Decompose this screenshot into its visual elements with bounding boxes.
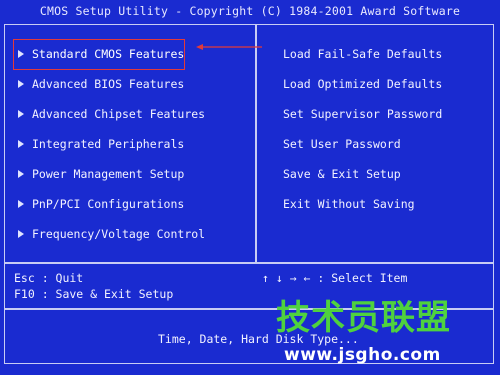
triangle-right-icon bbox=[18, 170, 24, 178]
menu-item-label: Integrated Peripherals bbox=[32, 137, 185, 151]
menu-item-set-supervisor-password[interactable]: Set Supervisor Password bbox=[283, 105, 442, 123]
menu-item-frequency-voltage-control[interactable]: Frequency/Voltage Control bbox=[18, 225, 205, 243]
help-arrow-select: ↑ ↓ → ← : Select Item bbox=[262, 271, 408, 285]
menu-item-set-user-password[interactable]: Set User Password bbox=[283, 135, 401, 153]
triangle-right-icon bbox=[18, 140, 24, 148]
menu-item-label: Advanced Chipset Features bbox=[32, 107, 206, 121]
watermark-url: www.jsgho.com bbox=[284, 345, 441, 365]
help-f10-save-exit: F10 : Save & Exit Setup bbox=[14, 287, 174, 301]
menu-item-label: Advanced BIOS Features bbox=[32, 77, 185, 91]
menu-item-exit-without-saving[interactable]: Exit Without Saving bbox=[283, 195, 415, 213]
menu-item-label: PnP/PCI Configurations bbox=[32, 197, 185, 211]
menu-item-standard-cmos-features[interactable]: Standard CMOS Features bbox=[18, 45, 184, 63]
triangle-right-icon bbox=[18, 110, 24, 118]
watermark-logo: 技术员联盟 www.jsgho.com bbox=[268, 296, 500, 375]
menu-item-advanced-bios-features[interactable]: Advanced BIOS Features bbox=[18, 75, 184, 93]
menu-item-label: Power Management Setup bbox=[32, 167, 185, 181]
menu-item-save-exit-setup[interactable]: Save & Exit Setup bbox=[283, 165, 401, 183]
help-esc-quit: Esc : Quit bbox=[14, 271, 84, 285]
menu-item-pnp-pci-configurations[interactable]: PnP/PCI Configurations bbox=[18, 195, 184, 213]
menu-item-power-management-setup[interactable]: Power Management Setup bbox=[18, 165, 184, 183]
menu-item-load-fail-safe-defaults[interactable]: Load Fail-Safe Defaults bbox=[283, 45, 442, 63]
triangle-right-icon bbox=[18, 50, 24, 58]
triangle-right-icon bbox=[18, 200, 24, 208]
bios-title: CMOS Setup Utility - Copyright (C) 1984-… bbox=[39, 4, 461, 18]
pointer-arrow-icon bbox=[196, 44, 262, 50]
column-divider bbox=[255, 25, 257, 262]
menu-item-integrated-peripherals[interactable]: Integrated Peripherals bbox=[18, 135, 184, 153]
watermark-brand: 技术员联盟 bbox=[276, 298, 451, 338]
menu-item-load-optimized-defaults[interactable]: Load Optimized Defaults bbox=[283, 75, 442, 93]
triangle-right-icon bbox=[18, 230, 24, 238]
menu-item-advanced-chipset-features[interactable]: Advanced Chipset Features bbox=[18, 105, 205, 123]
menu-item-label: Standard CMOS Features bbox=[32, 47, 185, 61]
menu-item-label: Frequency/Voltage Control bbox=[32, 227, 206, 241]
triangle-right-icon bbox=[18, 80, 24, 88]
menu-help-divider bbox=[5, 262, 493, 264]
